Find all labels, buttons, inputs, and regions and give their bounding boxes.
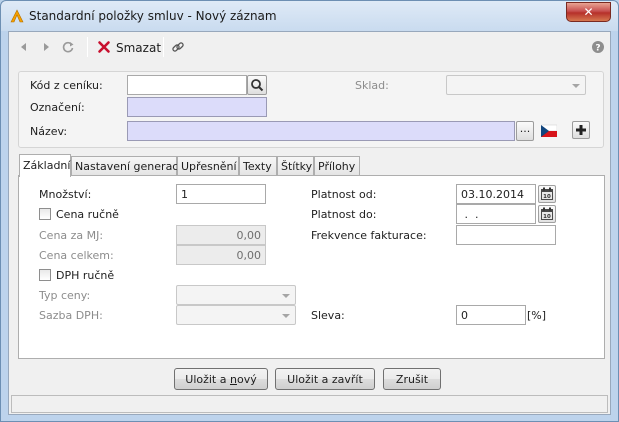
manual-vat-checkbox[interactable]: [39, 269, 51, 281]
calendar-day: 10: [543, 194, 551, 200]
tab-label: Základní: [23, 159, 71, 172]
quantity-input[interactable]: [176, 184, 266, 204]
vat-rate-select: [176, 305, 296, 325]
price-type-label: Typ ceny:: [39, 289, 91, 302]
save-and-new-button[interactable]: Uložit a nový: [174, 368, 268, 390]
vat-rate-label: Sazba DPH:: [39, 309, 103, 322]
save-and-close-button[interactable]: Uložit a zavřít: [275, 368, 375, 390]
discount-unit: [%]: [527, 309, 547, 322]
calendar-day: 10: [543, 214, 551, 220]
ellipsis-label: ...: [519, 122, 531, 135]
search-icon: [251, 79, 264, 92]
tab-label: Texty: [243, 160, 272, 173]
unit-price-input: [176, 225, 266, 245]
tab-refinement[interactable]: Upřesnění: [177, 156, 239, 176]
refresh-icon[interactable]: [61, 40, 75, 54]
manual-price-label: Cena ručně: [56, 208, 119, 221]
close-button[interactable]: ✕: [566, 2, 611, 22]
button-label: ový: [236, 372, 257, 386]
toolbar-separator: [87, 37, 88, 57]
designation-input[interactable]: [127, 97, 267, 117]
discount-label: Sleva:: [311, 309, 345, 322]
manual-price-checkbox[interactable]: [39, 208, 51, 220]
tab-label: Nastavení generace: [75, 160, 186, 173]
total-price-label: Cena celkem:: [39, 249, 114, 262]
delete-x-icon[interactable]: [97, 40, 111, 54]
valid-from-input[interactable]: [456, 184, 536, 204]
header-panel: Kód z ceníku: Sklad: Označení: Název: ..…: [18, 71, 604, 148]
unit-price-label: Cena za MJ:: [39, 229, 104, 242]
tab-label: Přílohy: [318, 160, 356, 173]
calendar-icon: 10: [541, 207, 553, 220]
name-ellipsis-button[interactable]: ...: [516, 121, 534, 141]
chevron-down-icon: [282, 294, 290, 298]
quantity-label: Množství:: [39, 188, 92, 201]
warehouse-label: Sklad:: [355, 79, 389, 92]
help-icon[interactable]: ?: [591, 40, 605, 54]
designation-label: Označení:: [30, 101, 85, 114]
tab-panel-basic: Množství: Cena ručně Cena za MJ: Cena ce…: [18, 175, 605, 359]
czech-flag-icon[interactable]: [541, 124, 557, 138]
svg-text:?: ?: [595, 44, 600, 54]
toolbar: Smazat ?: [9, 32, 610, 62]
valid-from-calendar-button[interactable]: 10: [538, 185, 556, 203]
price-code-label: Kód z ceníku:: [30, 79, 103, 92]
valid-to-label: Platnost do:: [311, 208, 377, 221]
calendar-icon: 10: [541, 187, 553, 200]
discount-input[interactable]: [456, 305, 526, 325]
plus-icon: [576, 125, 586, 135]
billing-frequency-label: Frekvence fakturace:: [311, 229, 427, 242]
add-translation-button[interactable]: [572, 121, 590, 139]
tab-texts[interactable]: Texty: [239, 156, 277, 176]
price-type-select: [176, 285, 296, 305]
chevron-down-icon: [572, 84, 580, 88]
tab-generation-settings[interactable]: Nastavení generace: [71, 156, 185, 176]
window: Standardní položky smluv - Nový záznam ✕…: [0, 0, 619, 422]
close-icon: ✕: [583, 5, 594, 19]
back-arrow-icon[interactable]: [17, 40, 31, 54]
client-area: Smazat ? Kód z ceníku: Sklad: Označení: …: [8, 31, 611, 415]
toolbar-separator: [163, 37, 164, 57]
link-icon[interactable]: [171, 40, 185, 54]
forward-arrow-icon[interactable]: [39, 40, 53, 54]
tab-basic[interactable]: Základní: [19, 154, 71, 177]
cancel-button[interactable]: Zrušit: [383, 368, 441, 390]
name-label: Název:: [30, 125, 68, 138]
window-title: Standardní položky smluv - Nový záznam: [29, 9, 277, 23]
app-logo-icon: [10, 9, 24, 23]
price-code-input[interactable]: [127, 75, 247, 95]
total-price-input: [176, 245, 266, 265]
accelerator-key: n: [229, 372, 237, 386]
manual-vat-label: DPH ručně: [56, 269, 115, 282]
billing-frequency-input[interactable]: [456, 225, 556, 245]
chevron-down-icon: [282, 314, 290, 318]
button-label: Uložit a: [185, 372, 230, 386]
warehouse-select[interactable]: [446, 75, 586, 95]
valid-from-label: Platnost od:: [311, 188, 377, 201]
tab-label: Upřesnění: [181, 160, 237, 173]
delete-button[interactable]: Smazat: [116, 41, 161, 55]
tab-label: Štítky: [281, 160, 313, 173]
title-bar[interactable]: Standardní položky smluv - Nový záznam ✕: [1, 1, 618, 31]
status-bar: [11, 395, 608, 413]
valid-to-calendar-button[interactable]: 10: [538, 205, 556, 223]
tab-attachments[interactable]: Přílohy: [314, 156, 360, 176]
valid-to-input[interactable]: [456, 204, 536, 224]
tab-labels[interactable]: Štítky: [277, 156, 314, 176]
price-code-search-button[interactable]: [247, 75, 267, 95]
name-input[interactable]: [127, 121, 515, 141]
